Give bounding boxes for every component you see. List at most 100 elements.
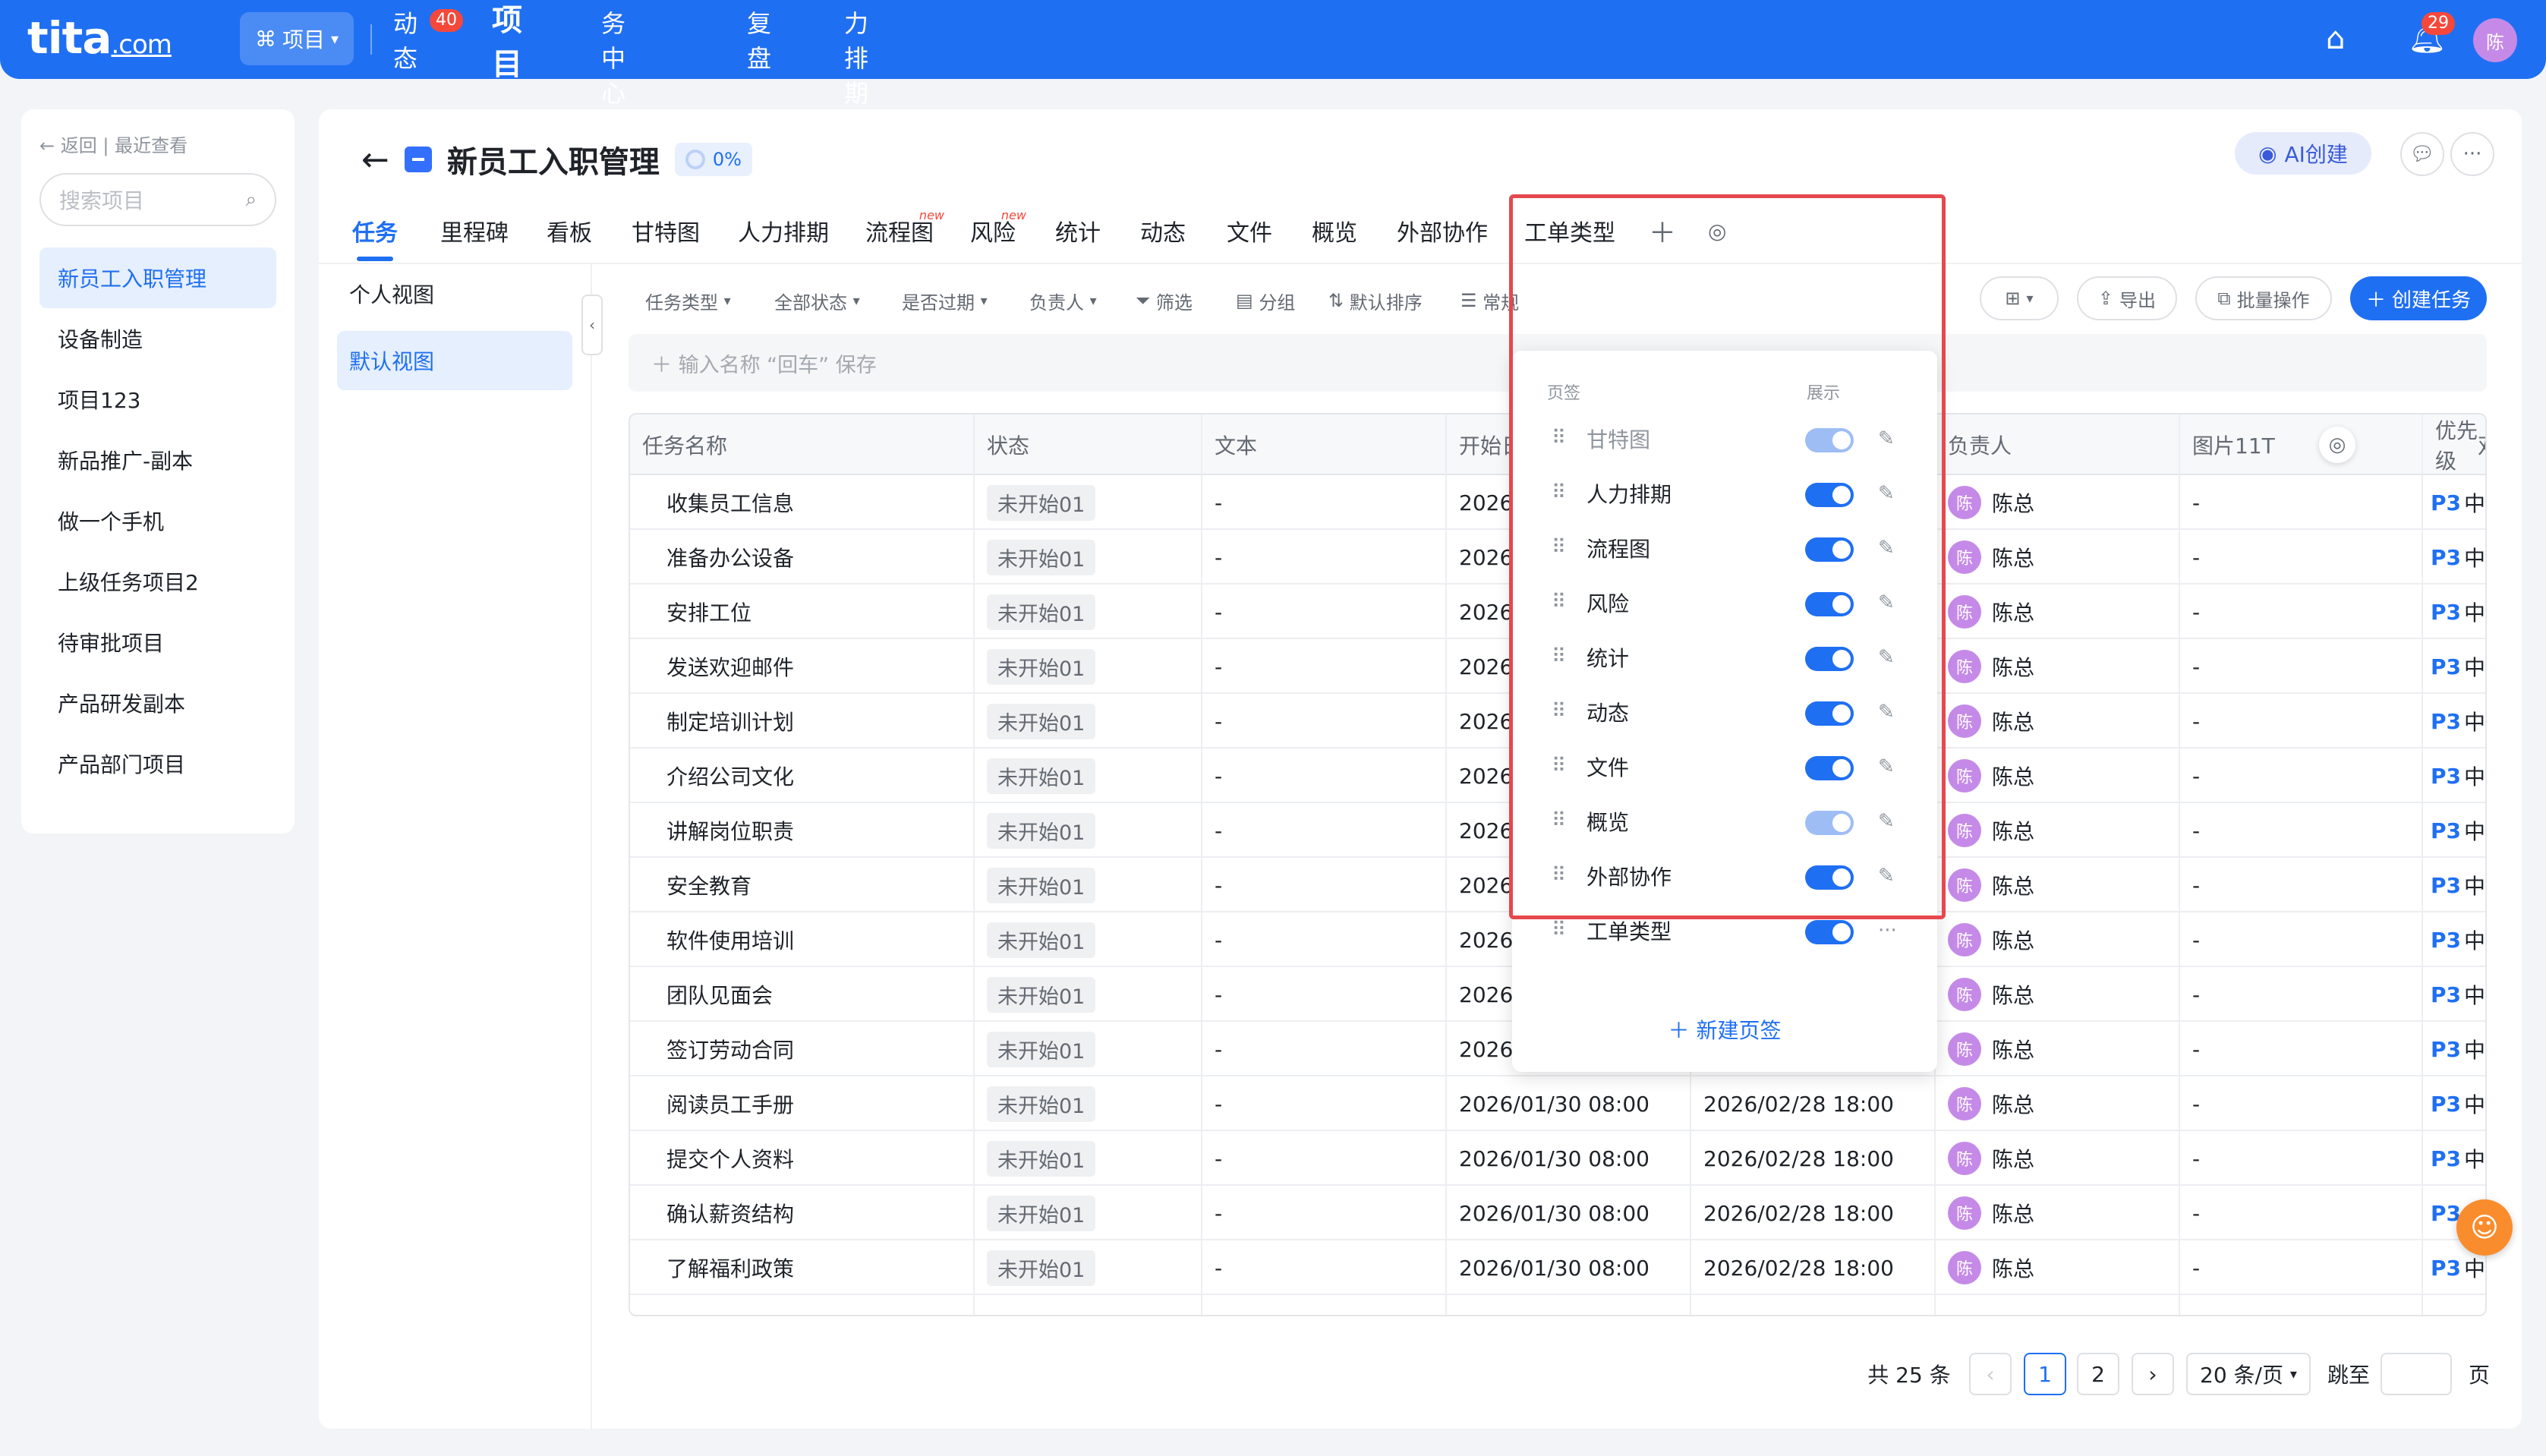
create-task-button[interactable]: ＋创建任务	[2350, 276, 2487, 320]
column-settings[interactable]: ◎	[2318, 414, 2356, 475]
page-1-button[interactable]: 1	[2024, 1353, 2066, 1395]
table-row[interactable]: 提交个人资料 未开始01-2026/01/30 08:00 2026/02/28 1…	[630, 1131, 2485, 1186]
start-date-cell[interactable]: 2026/01/30 08:00	[1447, 1240, 1690, 1295]
tab-config-row[interactable]: ⠿ 概览 ✎	[1512, 794, 1937, 849]
image-cell[interactable]: -	[2180, 585, 2422, 639]
image-cell[interactable]: -	[2180, 803, 2422, 858]
task-name-cell[interactable]: 了解福利政策	[630, 1240, 973, 1295]
project-search-input[interactable]: 搜索项目 ⌕	[39, 173, 276, 226]
end-date-cell[interactable]: 2026/02/28 18:00	[1691, 1131, 1934, 1186]
status-cell[interactable]: 未开始01	[975, 585, 1201, 639]
view-mode-button[interactable]: ☰ 常规	[1460, 281, 1519, 320]
tab-config-row[interactable]: ⠿ 文件 ✎	[1512, 739, 1937, 794]
nav-review[interactable]: 复盘	[747, 0, 771, 79]
priority-cell[interactable]: P3中	[2423, 967, 2485, 1022]
owner-cell[interactable]: 陈陈总	[1936, 858, 2179, 912]
priority-cell[interactable]: P3中	[2423, 1076, 2485, 1131]
tab-milestones[interactable]: 里程碑	[440, 200, 509, 261]
status-cell[interactable]: 未开始01	[975, 530, 1201, 585]
image-cell[interactable]: -	[2180, 1240, 2422, 1295]
edit-icon[interactable]: ✎	[1878, 630, 1895, 685]
text-cell[interactable]: -	[1202, 475, 1445, 530]
drag-handle-icon[interactable]: ⠿	[1552, 645, 1566, 668]
status-cell[interactable]: 未开始01	[975, 1022, 1201, 1076]
tab-statistics[interactable]: 统计	[1055, 200, 1101, 261]
nav-resource-schedule[interactable]: 人力排期	[844, 0, 868, 108]
project-item[interactable]: 项目123	[39, 369, 276, 430]
status-cell[interactable]: 未开始01	[975, 912, 1201, 967]
show-toggle[interactable]	[1805, 920, 1854, 944]
task-name-cell[interactable]: 提交个人资料	[630, 1131, 973, 1186]
edit-icon[interactable]: ✎	[1878, 794, 1895, 849]
image-cell[interactable]: -	[2180, 748, 2422, 803]
task-name-cell[interactable]: 安全教育	[630, 858, 973, 912]
more-button[interactable]: ···	[2450, 132, 2494, 176]
task-name-cell[interactable]: 团队见面会	[630, 967, 973, 1022]
tab-resource[interactable]: 人力排期	[738, 200, 829, 261]
show-toggle[interactable]	[1805, 647, 1854, 671]
start-date-cell[interactable]: 2026/01/30 08:00	[1447, 1131, 1690, 1186]
show-toggle[interactable]	[1805, 428, 1854, 452]
text-cell[interactable]: -	[1202, 530, 1445, 585]
text-cell[interactable]: -	[1202, 1186, 1445, 1240]
show-toggle[interactable]	[1805, 756, 1854, 780]
tab-external[interactable]: 外部协作	[1397, 200, 1488, 261]
page-size-select[interactable]: 20 条/页 ▾	[2186, 1353, 2311, 1395]
image-cell[interactable]: -	[2180, 1076, 2422, 1131]
task-name-cell[interactable]: 制定培训计划	[630, 694, 973, 748]
project-item[interactable]: 新品推广-副本	[39, 430, 276, 490]
image-cell[interactable]: -	[2180, 694, 2422, 748]
drag-handle-icon[interactable]: ⠿	[1552, 536, 1566, 559]
text-cell[interactable]: -	[1202, 1022, 1445, 1076]
home-icon[interactable]: ⌂	[2326, 21, 2345, 56]
task-name-cell[interactable]: 软件使用培训	[630, 912, 973, 967]
show-toggle[interactable]	[1805, 537, 1854, 562]
drag-handle-icon[interactable]: ⠿	[1552, 809, 1566, 832]
layout-toggle-button[interactable]: ⊞ ▾	[1980, 276, 2059, 320]
edit-icon[interactable]: ✎	[1878, 849, 1895, 903]
show-toggle[interactable]	[1805, 592, 1854, 616]
owner-cell[interactable]: 陈陈总	[1936, 912, 2179, 967]
batch-operation-button[interactable]: ⧉ 批量操作	[2195, 276, 2332, 320]
owner-cell[interactable]: 陈陈总	[1936, 1186, 2179, 1240]
project-item[interactable]: 新员工入职管理	[39, 247, 276, 308]
priority-cell[interactable]: P3中	[2423, 585, 2485, 639]
owner-cell[interactable]: 陈陈总	[1936, 1022, 2179, 1076]
image-cell[interactable]: -	[2180, 912, 2422, 967]
text-cell[interactable]: -	[1202, 1076, 1445, 1131]
edit-icon[interactable]: ✎	[1878, 521, 1895, 575]
text-cell[interactable]: -	[1202, 967, 1445, 1022]
filter-overdue[interactable]: 是否过期 ▾	[902, 281, 988, 320]
filter-owner[interactable]: 负责人 ▾	[1029, 281, 1097, 320]
text-cell[interactable]: -	[1202, 694, 1445, 748]
task-name-cell[interactable]: 介绍公司文化	[630, 748, 973, 803]
owner-cell[interactable]: 陈陈总	[1936, 530, 2179, 585]
ai-create-button[interactable]: ◉ AI创建	[2235, 132, 2371, 175]
priority-cell[interactable]: P3中	[2423, 1131, 2485, 1186]
col-start[interactable]: 开始日	[1447, 414, 1523, 475]
export-button[interactable]: ⇪ 导出	[2077, 276, 2177, 320]
show-toggle[interactable]	[1805, 865, 1854, 890]
back-recent-row[interactable]: ← 返回 | 最近查看	[39, 131, 187, 157]
project-item[interactable]: 上级任务项目2	[39, 551, 276, 612]
owner-cell[interactable]: 陈陈总	[1936, 1240, 2179, 1295]
comment-button[interactable]: 💬︎	[2400, 132, 2444, 176]
table-row[interactable]: 了解福利政策 未开始01-2026/01/30 08:00 2026/02/28 1…	[630, 1240, 2485, 1295]
tab-settings-button[interactable]: ◎	[1708, 200, 1726, 261]
default-view[interactable]: 默认视图	[337, 331, 572, 390]
progress-badge[interactable]: 0%	[674, 143, 752, 176]
col-image[interactable]: 图片11T	[2180, 414, 2275, 475]
status-cell[interactable]: 未开始01	[975, 1240, 1201, 1295]
priority-cell[interactable]: P3中	[2423, 639, 2485, 694]
col-owner[interactable]: 负责人	[1936, 414, 2012, 475]
assistant-button[interactable]: ☺	[2456, 1199, 2513, 1256]
tab-risk[interactable]: 风险 new	[970, 200, 1026, 261]
tab-config-row[interactable]: ⠿ 流程图 ✎	[1512, 521, 1937, 575]
tab-config-row[interactable]: ⠿ 动态 ✎	[1512, 685, 1937, 739]
tab-flowchart[interactable]: 流程图 new	[865, 200, 944, 261]
edit-icon[interactable]: ✎	[1878, 575, 1895, 630]
text-cell[interactable]: -	[1202, 585, 1445, 639]
image-cell[interactable]: -	[2180, 475, 2422, 530]
drag-handle-icon[interactable]: ⠿	[1552, 919, 1566, 941]
nav-dynamics[interactable]: 动态	[393, 0, 418, 79]
